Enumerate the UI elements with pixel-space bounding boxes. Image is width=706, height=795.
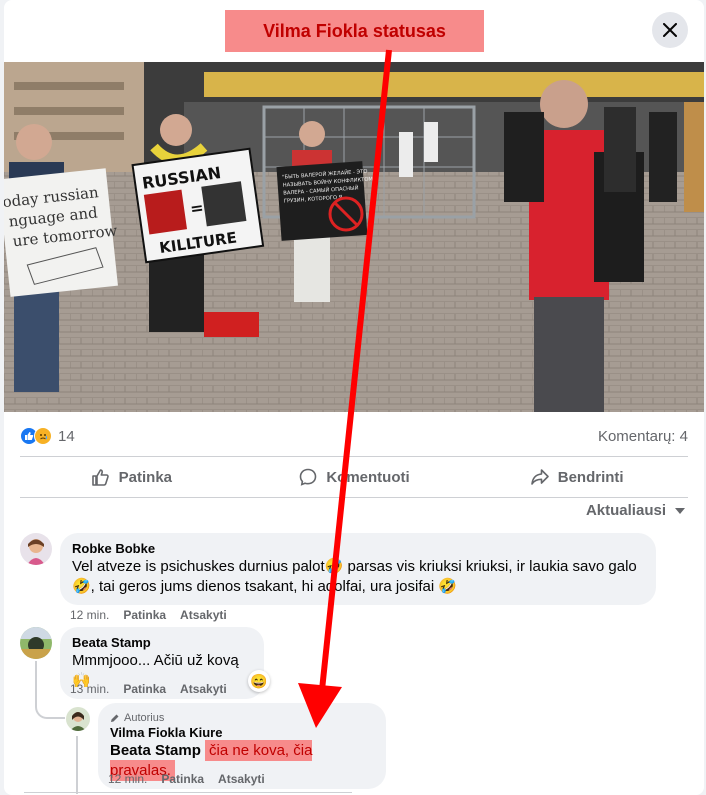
comment-meta: 12 min. Patinka Atsakyti <box>70 608 227 622</box>
post-modal: oday russian nguage and ure tomorrow RUS… <box>4 0 704 795</box>
comment-button-label: Komentuoti <box>326 468 410 486</box>
reaction-stats-bar: 14 Komentarų: 4 <box>20 425 688 447</box>
caret-down-icon <box>675 507 685 514</box>
sign-right: "БЫТЬ ВАЛЕРОЙ ЖЕЛАЙЕ - ЭТО НАЗЫВАТЬ ВОЙН… <box>276 161 376 241</box>
comment-like-link[interactable]: Patinka <box>161 772 204 786</box>
comment-meta: 13 min. Patinka Atsakyti <box>70 682 227 696</box>
sad-reaction-icon <box>34 427 52 445</box>
like-button[interactable]: Patinka <box>20 458 243 496</box>
post-actions: Patinka Komentuoti Bendrinti <box>20 458 688 496</box>
comment-meta: 12 min. Patinka Atsakyti <box>108 772 265 786</box>
author-badge-label: Autorius <box>124 712 165 724</box>
close-icon <box>663 23 677 37</box>
like-button-label: Patinka <box>118 468 173 486</box>
comment-bubble: Robke Bobke Vel atveze is psichuskes dur… <box>60 533 656 605</box>
protest-photo-illustration: oday russian nguage and ure tomorrow RUS… <box>4 62 704 412</box>
annotation-title-text: Vilma Fiokla statusas <box>263 20 446 41</box>
sign-left: oday russian nguage and ure tomorrow <box>4 168 118 297</box>
comment-text-line: Vel atveze is psichuskes durnius palot🤣 … <box>72 558 637 575</box>
reply-thread-line <box>35 661 65 719</box>
author-badge: Autorius <box>110 711 374 725</box>
thumbs-up-icon <box>91 469 109 486</box>
comment-reaction-badge[interactable]: 😄 <box>248 670 270 692</box>
mentioned-user[interactable]: Beata Stamp <box>110 742 201 759</box>
comment-text-line: 🤣, tai geros jums dienos tsakant, hi ado… <box>72 578 458 595</box>
red-cloth <box>204 312 259 337</box>
comment-author[interactable]: Vilma Fiokla Kiure <box>110 725 374 741</box>
comments-count-link[interactable]: Komentarų: 4 <box>598 428 688 445</box>
divider <box>24 792 352 793</box>
avatar[interactable] <box>66 707 90 731</box>
comment-button[interactable]: Komentuoti <box>243 458 466 496</box>
sign-center: RUSSIAN = KILLTURE <box>131 147 265 264</box>
comment-time[interactable]: 12 min. <box>108 772 147 786</box>
divider <box>20 497 688 498</box>
pen-icon <box>111 714 119 722</box>
comment-bubble-icon <box>300 468 317 486</box>
comment-reply-link[interactable]: Atsakyti <box>180 608 227 622</box>
reactions-summary[interactable]: 14 <box>20 427 75 445</box>
divider <box>20 456 688 457</box>
comment: Robke Bobke Vel atveze is psichuskes dur… <box>20 533 656 605</box>
comment-sort-dropdown[interactable]: Aktualiausi <box>586 502 686 519</box>
share-button[interactable]: Bendrinti <box>465 458 688 496</box>
comment-like-link[interactable]: Patinka <box>123 682 166 696</box>
share-button-label: Bendrinti <box>557 468 624 486</box>
annotation-title-label: Vilma Fiokla statusas <box>225 10 484 52</box>
svg-text:=: = <box>189 198 205 219</box>
comment-time[interactable]: 12 min. <box>70 608 109 622</box>
avatar[interactable] <box>20 627 52 659</box>
sort-label: Aktualiausi <box>585 502 666 519</box>
laughing-emoji-icon: 😄 <box>250 672 268 689</box>
comment-reply-link[interactable]: Atsakyti <box>180 682 227 696</box>
post-photo[interactable]: oday russian nguage and ure tomorrow RUS… <box>4 62 704 412</box>
share-arrow-icon <box>530 469 549 485</box>
close-button[interactable] <box>652 12 688 48</box>
reaction-count: 14 <box>58 427 75 445</box>
comment-author[interactable]: Robke Bobke <box>72 541 644 557</box>
comment-time[interactable]: 13 min. <box>70 682 109 696</box>
comment-author[interactable]: Beata Stamp <box>72 635 252 651</box>
avatar[interactable] <box>20 533 52 565</box>
comment-like-link[interactable]: Patinka <box>123 608 166 622</box>
comment-reply-link[interactable]: Atsakyti <box>218 772 265 786</box>
